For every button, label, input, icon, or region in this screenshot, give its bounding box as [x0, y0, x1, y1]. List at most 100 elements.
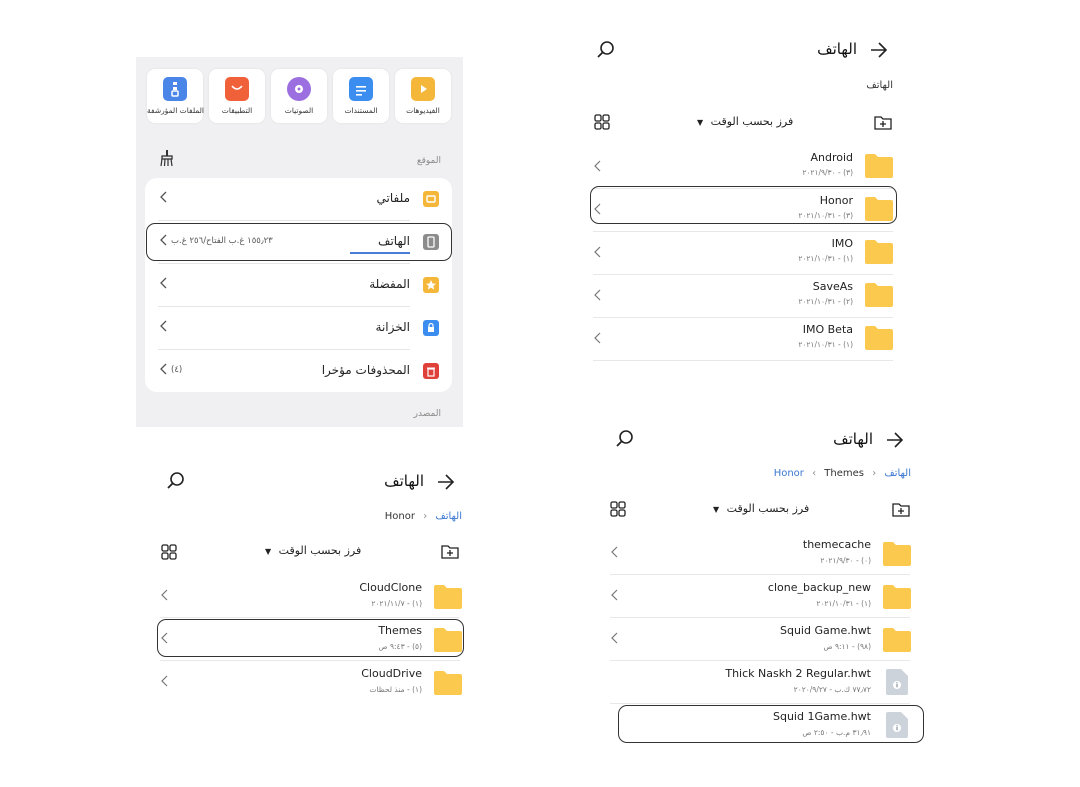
item-name: SaveAs — [812, 280, 853, 293]
category-documents[interactable]: المستندات — [333, 69, 389, 123]
grid-view-icon[interactable] — [161, 544, 177, 560]
back-arrow-icon[interactable] — [869, 41, 889, 59]
theme-file-icon — [886, 669, 908, 695]
item-meta: (٢) - ٢٠٢١/١٠/٣١ — [798, 297, 853, 306]
folder-icon — [865, 154, 893, 178]
category-label: الفيديوهات — [406, 106, 440, 115]
sort-dropdown[interactable]: فرز بحسب الوقت ▼ — [697, 115, 793, 128]
category-label: الصوتيات — [284, 106, 314, 115]
item-meta: (٩٨) - ٩:١١ ص — [823, 642, 871, 651]
sort-label: فرز بحسب الوقت — [278, 544, 362, 557]
chevron-left-icon — [593, 287, 603, 306]
list-item[interactable]: clone_backup_new (١) - ٢٠٢١/١٠/٣١ — [603, 575, 925, 617]
new-folder-icon[interactable] — [873, 113, 893, 131]
video-icon — [411, 77, 435, 101]
chevron-left-icon — [610, 630, 620, 649]
list-item[interactable]: CloudClone (١) - ٢٠٢١/١١/٧ — [152, 575, 472, 617]
category-label: التطبيقات — [221, 106, 253, 115]
item-name: CloudDrive — [361, 667, 422, 680]
list-item[interactable]: Android (٣) - ٢٠٢١/٩/٣٠ — [585, 146, 905, 188]
dropdown-caret-icon: ▼ — [697, 118, 704, 127]
folder-icon — [434, 585, 462, 609]
item-meta: (٠) - ٢٠٢١/٩/٣٠ — [820, 556, 871, 565]
document-icon — [349, 77, 373, 101]
new-folder-icon[interactable] — [891, 500, 911, 518]
folder-icon — [865, 326, 893, 350]
folder-icon — [883, 542, 911, 566]
sort-label: فرز بحسب الوقت — [726, 502, 810, 515]
breadcrumb-mid[interactable]: Honor — [774, 468, 804, 479]
list-item[interactable]: CloudDrive (١) - منذ لحظات — [152, 661, 472, 703]
chevron-left-icon — [610, 587, 620, 606]
item-name: Squid Game.hwt — [780, 624, 871, 637]
archive-icon — [163, 77, 187, 101]
chevron-left-icon — [159, 318, 169, 338]
search-icon[interactable] — [615, 429, 635, 449]
item-meta: (١) - منذ لحظات — [369, 685, 422, 694]
category-videos[interactable]: الفيديوهات — [395, 69, 451, 123]
location-label: المفضلة — [369, 277, 410, 291]
location-favorites[interactable]: المفضلة — [145, 264, 452, 306]
location-my-files[interactable]: ملفاتي — [145, 178, 452, 220]
list-item[interactable]: Squid Game.hwt (٩٨) - ٩:١١ ص — [603, 618, 925, 660]
item-name: IMO Beta — [802, 323, 853, 336]
themes-folder-panel: الهاتف الهاتف ‹ Honor ‹ Themes فرز بحسب … — [603, 420, 925, 750]
breadcrumb-separator-icon: ‹ — [423, 511, 428, 522]
back-arrow-icon[interactable] — [436, 473, 456, 491]
breadcrumb-current[interactable]: Honor — [385, 511, 415, 522]
new-folder-icon[interactable] — [440, 542, 460, 560]
category-label: الملفات المؤرشفة — [147, 106, 205, 115]
search-icon[interactable] — [596, 40, 616, 60]
section-source-heading: المصدر — [413, 409, 441, 419]
back-arrow-icon[interactable] — [885, 431, 905, 449]
grid-view-icon[interactable] — [610, 501, 626, 517]
list-item[interactable]: IMO (١) - ٢٠٢١/١٠/٣١ — [585, 232, 905, 274]
list-item[interactable]: Thick Naskh 2 Regular.hwt ٧٧٫٧٢ ك.ب - ٢٠… — [603, 661, 925, 703]
highlight-squid-file-row — [618, 705, 924, 743]
item-meta: (١) - ٢٠٢١/١٠/٣١ — [816, 599, 871, 608]
item-name: IMO — [831, 237, 853, 250]
location-recently-deleted[interactable]: المحذوفات مؤخرا (٤) — [145, 350, 452, 392]
chevron-left-icon — [610, 544, 620, 563]
item-meta: ٧٧٫٧٢ ك.ب - ٢٠٢٠/٩/٢٧ — [793, 685, 871, 694]
sort-dropdown[interactable]: فرز بحسب الوقت ▼ — [265, 544, 361, 557]
chevron-left-icon — [593, 158, 603, 177]
item-meta: (٣) - ٢٠٢١/٩/٣٠ — [802, 168, 853, 177]
trash-icon — [423, 363, 439, 379]
location-label: المحذوفات مؤخرا — [321, 363, 410, 377]
chevron-left-icon — [160, 673, 170, 692]
breadcrumb-current[interactable]: Themes — [824, 468, 864, 479]
category-audio[interactable]: الصوتيات — [271, 69, 327, 123]
breadcrumb: الهاتف ‹ Honor ‹ Themes — [774, 468, 911, 479]
breadcrumb-root[interactable]: الهاتف — [884, 468, 911, 479]
grid-view-icon[interactable] — [594, 114, 610, 130]
list-item[interactable]: IMO Beta (١) - ٢٠٢١/١٠/٣١ — [585, 318, 905, 360]
breadcrumb: الهاتف ‹ Honor — [385, 511, 462, 522]
location-vault[interactable]: الخزانة — [145, 307, 452, 349]
breadcrumb-separator-icon: ‹ — [812, 468, 817, 479]
folder-icon — [865, 240, 893, 264]
page-title: الهاتف — [817, 40, 857, 58]
folder-icon — [865, 283, 893, 307]
sort-dropdown[interactable]: فرز بحسب الوقت ▼ — [713, 502, 809, 515]
category-apps[interactable]: التطبيقات — [209, 69, 265, 123]
item-meta: (١) - ٢٠٢١/١٠/٣١ — [798, 254, 853, 263]
star-icon — [423, 277, 439, 293]
page-title: الهاتف — [384, 472, 424, 490]
item-meta: (١) - ٢٠٢١/١١/٧ — [371, 599, 422, 608]
folder-icon — [434, 671, 462, 695]
folder-icon — [423, 191, 439, 207]
list-item[interactable]: themecache (٠) - ٢٠٢١/٩/٣٠ — [603, 532, 925, 574]
chevron-left-icon — [593, 330, 603, 349]
category-archived[interactable]: الملفات المؤرشفة — [147, 69, 205, 123]
clean-broom-icon[interactable] — [159, 149, 175, 167]
breadcrumb-root[interactable]: الهاتف — [435, 511, 462, 522]
breadcrumb-separator-icon: ‹ — [872, 468, 877, 479]
honor-folder-panel: الهاتف الهاتف ‹ Honor فرز بحسب الوقت ▼ C… — [152, 462, 472, 712]
search-icon[interactable] — [166, 471, 186, 491]
list-item[interactable]: SaveAs (٢) - ٢٠٢١/١٠/٣١ — [585, 275, 905, 317]
folder-icon — [883, 628, 911, 652]
breadcrumb-root[interactable]: الهاتف — [866, 80, 893, 91]
shopping-bag-icon — [225, 77, 249, 101]
lock-icon — [423, 320, 439, 336]
